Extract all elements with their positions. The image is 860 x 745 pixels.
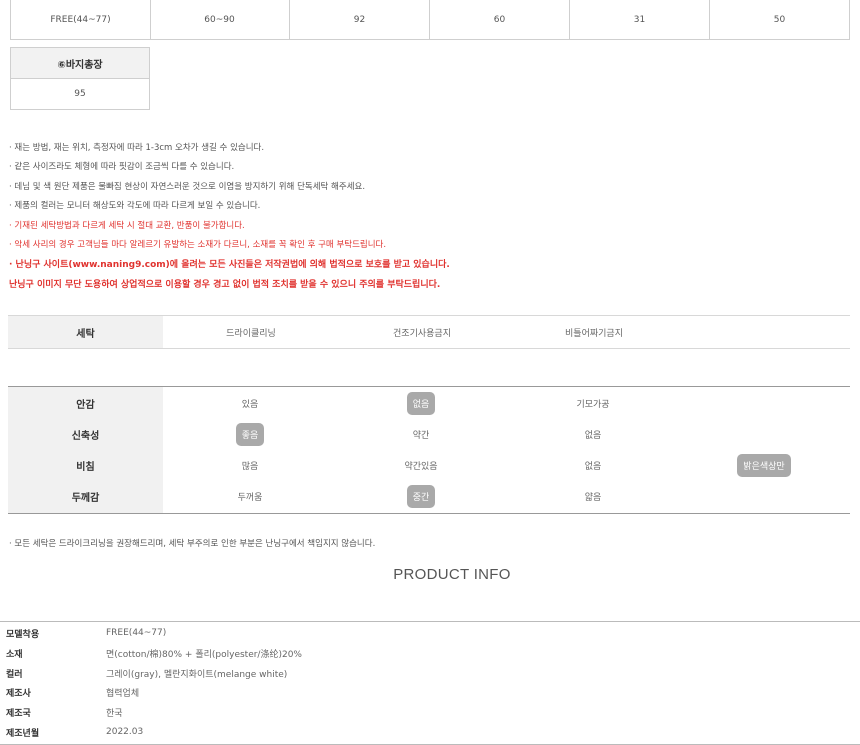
note-line: · 재는 방법, 재는 위치, 측정자에 따라 1-3cm 오차가 생길 수 있… (9, 143, 265, 153)
wash-option: 건조기사용금지 (393, 328, 451, 339)
info-key: 소재 (6, 649, 23, 660)
size-cell: 60 (430, 0, 570, 39)
selected-pill: 중간 (406, 485, 436, 508)
attribute-option: 있음 (190, 388, 310, 419)
info-value: 협력업체 (106, 688, 140, 699)
info-value: 한국 (106, 708, 123, 719)
attribute-option: 두꺼움 (190, 481, 310, 512)
attribute-label: 안감 (76, 400, 95, 411)
info-row: 제조년월 2022.03 (0, 722, 860, 742)
attribute-option-selected: 없음 (361, 388, 481, 419)
copyright-warning: 난닝구 이미지 무단 도용하여 상업적으로 이용할 경우 경고 없이 법적 조치… (9, 280, 441, 290)
option-text: 없음 (584, 431, 602, 441)
info-value: 그레이(gray), 멜란지화이트(melange white) (106, 669, 288, 680)
attribute-option: 없음 (533, 450, 653, 481)
info-value: 2022.03 (106, 727, 144, 737)
size-cell: 50 (710, 0, 850, 39)
selected-pill: 좋음 (235, 423, 265, 446)
wash-label: 세탁 (8, 316, 163, 348)
attribute-option-selected: 좋음 (190, 419, 310, 450)
size-cell: 31 (570, 0, 710, 39)
option-text: 있음 (241, 400, 259, 410)
selected-pill: 밝은색상만 (737, 454, 791, 477)
attribute-option: 약간 (361, 419, 481, 450)
fabric-attributes-table: 안감 있음 없음 기모가공 신축성 좋음 약간 없음 비침 많음 약간있음 없음… (8, 386, 850, 514)
attribute-option: 얇음 (533, 481, 653, 512)
selected-pill: 없음 (406, 392, 436, 415)
size-cell: FREE(44~77) (10, 0, 151, 39)
info-key: 모델착용 (6, 629, 40, 640)
option-text: 약간 (412, 431, 430, 441)
info-row: 소재 면(cotton/棉)80% + 폴리(polyester/涤纶)20% (0, 643, 860, 663)
info-value: 면(cotton/棉)80% + 폴리(polyester/涤纶)20% (106, 649, 302, 660)
size-cell: 92 (290, 0, 430, 39)
attribute-option: 많음 (190, 450, 310, 481)
info-key: 컬러 (6, 669, 23, 680)
note-line: · 데님 및 색 원단 제품은 물빠짐 현상이 자연스러운 것으로 이염을 방지… (9, 182, 366, 192)
attribute-option: 약간있음 (361, 450, 481, 481)
info-key: 제조국 (6, 708, 31, 719)
info-key: 제조사 (6, 688, 31, 699)
note-line: · 같은 사이즈라도 체형에 따라 핏감이 조금씩 다를 수 있습니다. (9, 162, 235, 172)
option-text: 약간있음 (404, 462, 438, 472)
attribute-option-selected: 중간 (361, 481, 481, 512)
product-info-table: 모델착용 FREE(44~77) 소재 면(cotton/棉)80% + 폴리(… (0, 621, 860, 745)
pants-length-value: 95 (74, 89, 86, 99)
copyright-notice: · 난닝구 사이트(www.naning9.com)에 올려는 모든 사진들은 … (9, 260, 450, 270)
attribute-label: 두께감 (71, 493, 100, 504)
info-key: 제조년월 (6, 728, 40, 739)
wash-option: 드라이클리닝 (226, 328, 276, 339)
wash-table: 세탁 드라이클리닝 건조기사용금지 비틀어짜기금지 (8, 315, 850, 349)
option-text: 기모가공 (576, 400, 610, 410)
option-text: 없음 (584, 462, 602, 472)
wash-disclaimer: · 모든 세탁은 드라이크리닝을 권장해드리며, 세탁 부주의로 인한 부분은 … (9, 539, 376, 549)
info-row: 제조사 협력업체 (0, 682, 860, 702)
attribute-label: 비침 (76, 462, 95, 473)
info-row: 제조국 한국 (0, 702, 860, 722)
option-text: 얇음 (584, 493, 602, 503)
note-line: · 제품의 컬러는 모니터 해상도와 각도에 따라 다르게 보일 수 있습니다. (9, 201, 261, 211)
attribute-option: 없음 (533, 419, 653, 450)
wash-option: 비틀어짜기금지 (565, 328, 623, 339)
attribute-label: 신축성 (71, 431, 100, 442)
info-row: 모델착용 FREE(44~77) (0, 623, 860, 643)
option-text: 두꺼움 (237, 493, 263, 503)
pants-length-box: ⑥바지총장 95 (10, 47, 150, 110)
note-line-warning: · 악세 사리의 경우 고객님들 마다 알레르기 유발하는 소재가 다르니, 소… (9, 240, 387, 250)
attribute-option: 기모가공 (533, 388, 653, 419)
option-text: 많음 (241, 462, 259, 472)
size-table-row: FREE(44~77) 60~90 92 60 31 50 (10, 0, 850, 40)
note-line-warning: · 기재된 세탁방법과 다르게 세탁 시 절대 교환, 반품이 불가합니다. (9, 221, 245, 231)
info-value: FREE(44~77) (106, 628, 167, 638)
info-row: 컬러 그레이(gray), 멜란지화이트(melange white) (0, 663, 860, 683)
product-info-title: PRODUCT INFO (393, 566, 511, 583)
pants-length-header: ⑥바지총장 (11, 48, 149, 79)
attribute-option-selected: 밝은색상만 (704, 450, 824, 481)
size-cell: 60~90 (150, 0, 290, 39)
